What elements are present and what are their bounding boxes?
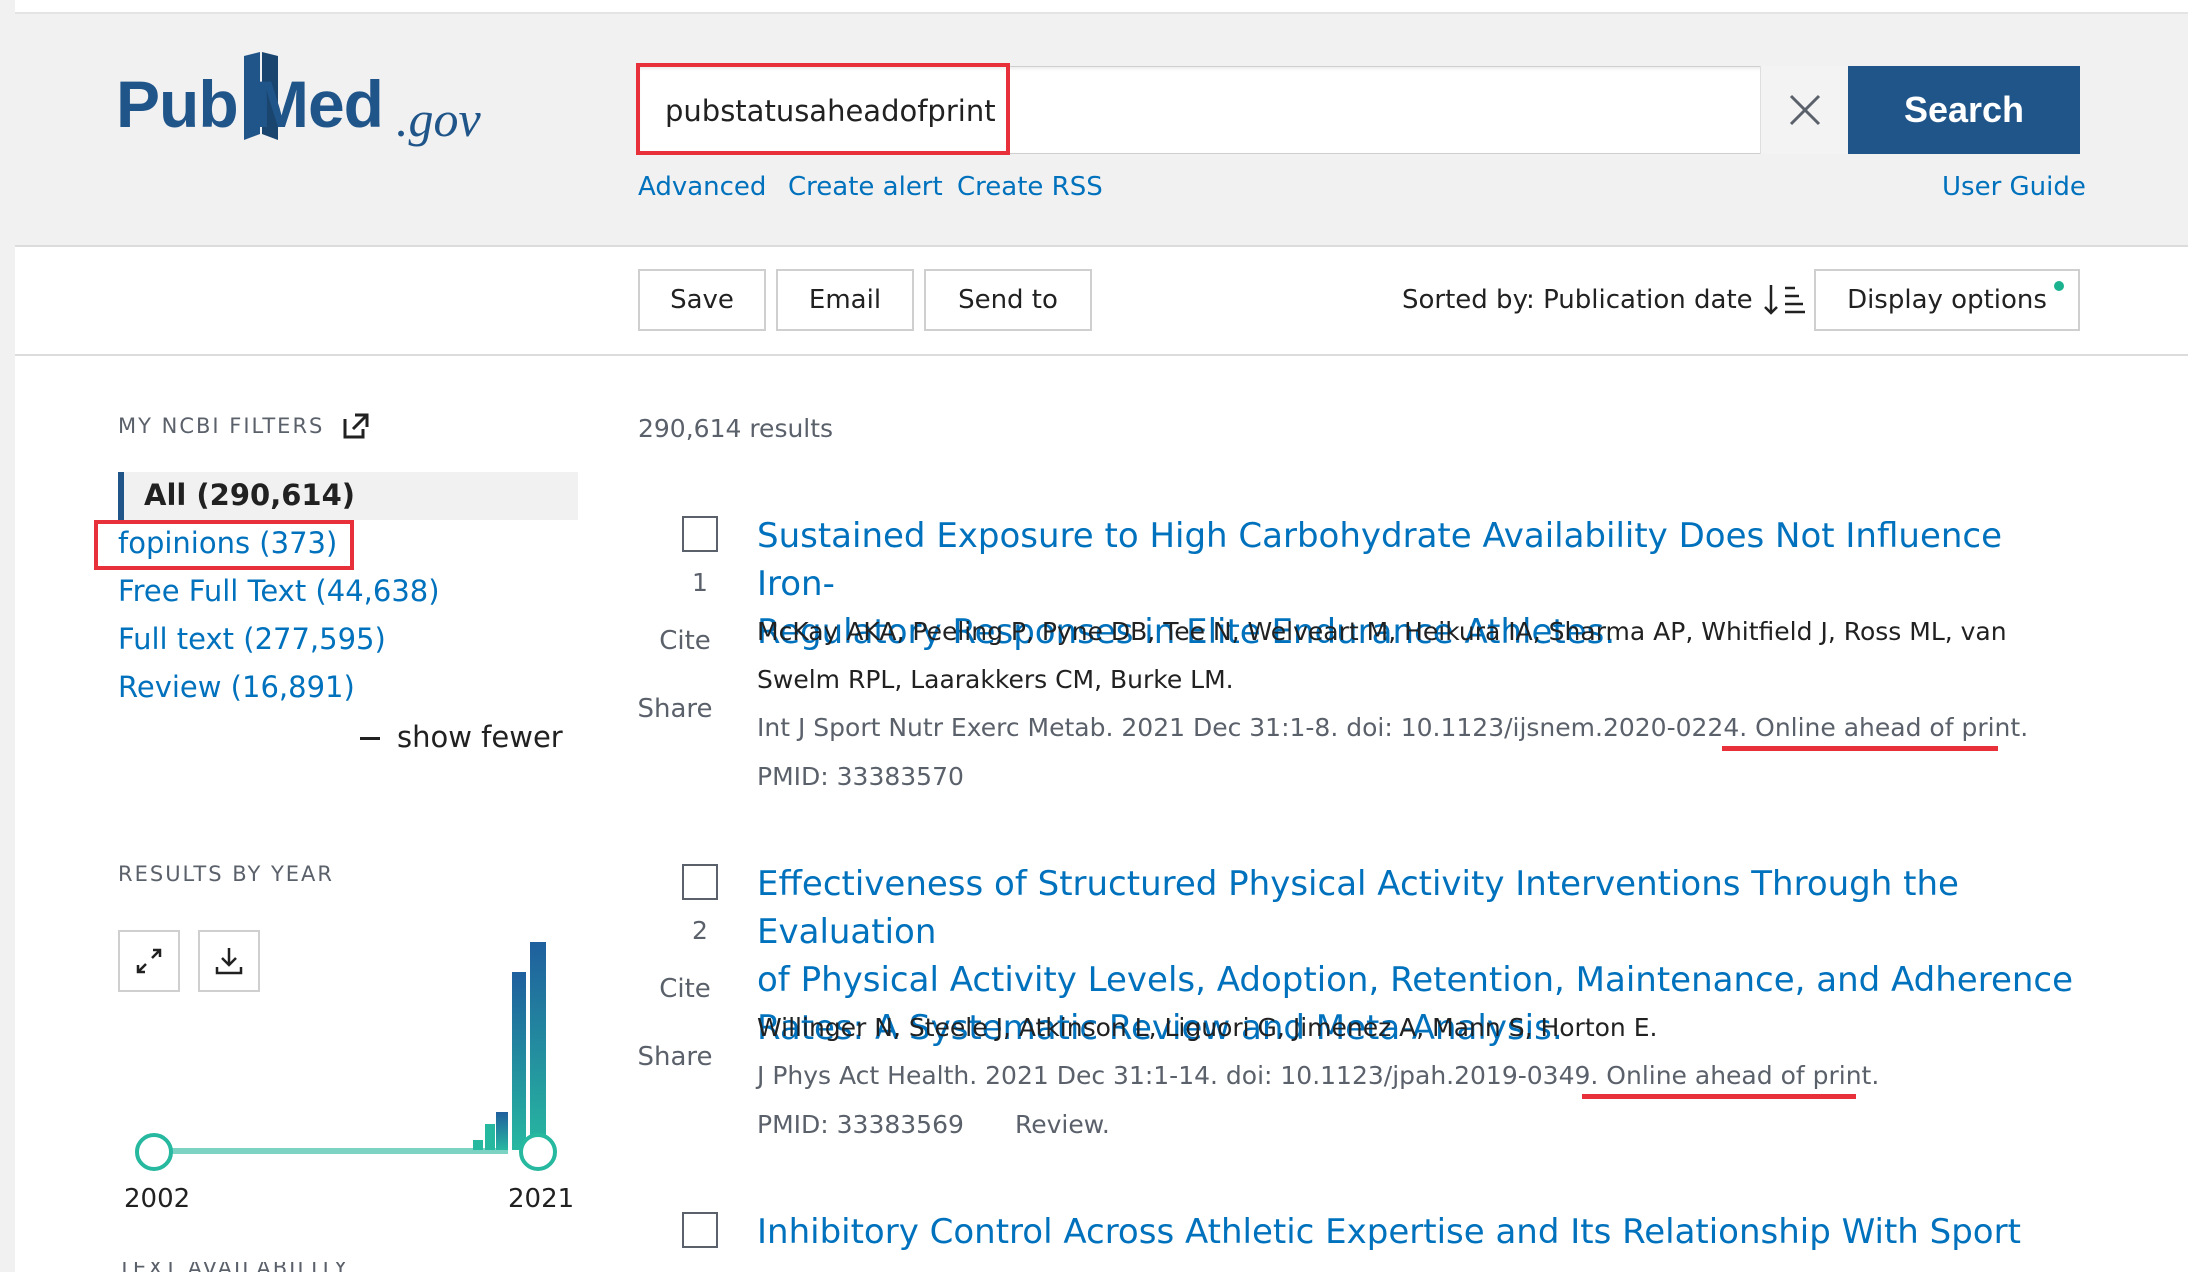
search-query-highlight bbox=[636, 63, 1010, 155]
result-1-citation: Int J Sport Nutr Exerc Metab. 2021 Dec 3… bbox=[757, 713, 1748, 742]
pubmed-logo[interactable]: Pub Med .gov bbox=[116, 50, 486, 170]
result-3-title[interactable]: Inhibitory Control Across Athletic Exper… bbox=[757, 1208, 2087, 1256]
create-rss-link[interactable]: Create RSS bbox=[957, 172, 1103, 202]
chart-track bbox=[148, 1148, 508, 1154]
user-guide-link[interactable]: User Guide bbox=[1942, 172, 2086, 202]
bar-2019 bbox=[496, 1112, 508, 1150]
search-button[interactable]: Search bbox=[1848, 66, 2080, 154]
filter-all[interactable]: All (290,614) bbox=[144, 478, 355, 512]
result-2-title-line1: Effectiveness of Structured Physical Act… bbox=[757, 864, 1959, 952]
result-1-status-underline bbox=[1722, 746, 1998, 751]
my-ncbi-filters-heading: MY NCBI FILTERS bbox=[118, 412, 370, 440]
close-icon bbox=[1789, 94, 1820, 126]
fopinions-highlight bbox=[94, 520, 354, 570]
year-start-handle[interactable] bbox=[135, 1133, 173, 1171]
display-options-label: Display options bbox=[1847, 285, 2047, 315]
logo-med: Med bbox=[254, 67, 384, 141]
result-2-checkbox[interactable] bbox=[682, 864, 718, 900]
create-alert-link[interactable]: Create alert bbox=[788, 172, 943, 202]
options-indicator-dot bbox=[2054, 281, 2064, 291]
results-count: 290,614 results bbox=[638, 414, 834, 443]
left-margin-strip bbox=[0, 0, 15, 1272]
result-3-title-line1: Inhibitory Control Across Athletic Exper… bbox=[757, 1212, 2021, 1252]
show-fewer-button[interactable]: show fewer bbox=[397, 720, 563, 754]
result-2-title-line2: of Physical Activity Levels, Adoption, R… bbox=[757, 960, 2074, 1000]
year-bars bbox=[473, 1124, 495, 1150]
year-end-handle[interactable] bbox=[519, 1133, 557, 1171]
text-availability-label: TEXT AVAILABILITY bbox=[118, 1262, 349, 1272]
result-1-authors-line1: McKay AKA, Peeling P, Pyne DB, Tee N, We… bbox=[757, 617, 2007, 646]
result-2-pmid: PMID: 33383569 bbox=[757, 1110, 964, 1139]
result-2-number: 2 bbox=[692, 916, 708, 945]
sort-control[interactable]: Sorted by: Publication date bbox=[1402, 282, 1807, 318]
save-button[interactable]: Save bbox=[638, 269, 766, 331]
filter-review[interactable]: Review (16,891) bbox=[118, 670, 355, 704]
result-1-status: Online ahead of print. bbox=[1755, 713, 2029, 742]
result-2-citation-line: J Phys Act Health. 2021 Dec 31:1-14. doi… bbox=[757, 1052, 1879, 1100]
send-to-button[interactable]: Send to bbox=[924, 269, 1092, 331]
year-start-label: 2002 bbox=[124, 1184, 191, 1214]
clear-search-button[interactable] bbox=[1760, 66, 1848, 154]
logo-pub: Pub bbox=[116, 67, 239, 141]
result-1-share[interactable]: Share bbox=[620, 694, 730, 724]
result-1-number: 1 bbox=[692, 568, 708, 597]
filters-heading-label: MY NCBI FILTERS bbox=[118, 414, 325, 438]
result-1-authors: McKay AKA, Peeling P, Pyne DB, Tee N, We… bbox=[757, 608, 2077, 704]
result-2-status: Online ahead of print. bbox=[1606, 1061, 1880, 1090]
result-2-status-underline bbox=[1582, 1094, 1856, 1099]
result-1-checkbox[interactable] bbox=[682, 516, 718, 552]
display-options-button[interactable]: Display options bbox=[1814, 269, 2080, 331]
result-1-authors-line2: Swelm RPL, Laarakkers CM, Burke LM. bbox=[757, 665, 1234, 694]
result-1-title-line1: Sustained Exposure to High Carbohydrate … bbox=[757, 516, 2003, 604]
result-2-authors-line1: Willinger N, Steele J, Atkinson L, Liguo… bbox=[757, 1013, 1658, 1042]
sort-descending-icon bbox=[1763, 285, 1805, 315]
result-1-pmid: PMID: 33383570 bbox=[757, 762, 964, 791]
year-end-label: 2021 bbox=[508, 1184, 575, 1214]
filter-full-text[interactable]: Full text (277,595) bbox=[118, 622, 386, 656]
result-2-citation: J Phys Act Health. 2021 Dec 31:1-14. doi… bbox=[757, 1061, 1599, 1090]
result-2-cite[interactable]: Cite bbox=[630, 974, 740, 1004]
result-2-type: Review. bbox=[1015, 1110, 1110, 1139]
results-by-year-heading: RESULTS BY YEAR bbox=[118, 862, 335, 886]
result-1-citation-line: Int J Sport Nutr Exerc Metab. 2021 Dec 3… bbox=[757, 704, 2028, 752]
bar-2020 bbox=[512, 972, 526, 1150]
bar-2021 bbox=[530, 942, 546, 1150]
advanced-link[interactable]: Advanced bbox=[638, 172, 766, 202]
filter-all-active-bar bbox=[118, 472, 124, 520]
external-link-icon[interactable] bbox=[342, 412, 370, 440]
logo-gov: .gov bbox=[396, 91, 481, 147]
sort-label: Sorted by: Publication date bbox=[1402, 285, 1753, 315]
result-1-cite[interactable]: Cite bbox=[630, 626, 740, 656]
email-button[interactable]: Email bbox=[776, 269, 914, 331]
result-2-authors: Willinger N, Steele J, Atkinson L, Liguo… bbox=[757, 1004, 2077, 1052]
filter-free-full-text[interactable]: Free Full Text (44,638) bbox=[118, 574, 440, 608]
text-availability-heading: TEXT AVAILABILITY bbox=[118, 1262, 378, 1272]
toolbar-divider bbox=[15, 354, 2188, 356]
result-3-checkbox[interactable] bbox=[682, 1212, 718, 1248]
minus-icon bbox=[360, 737, 380, 740]
result-2-share[interactable]: Share bbox=[620, 1042, 730, 1072]
